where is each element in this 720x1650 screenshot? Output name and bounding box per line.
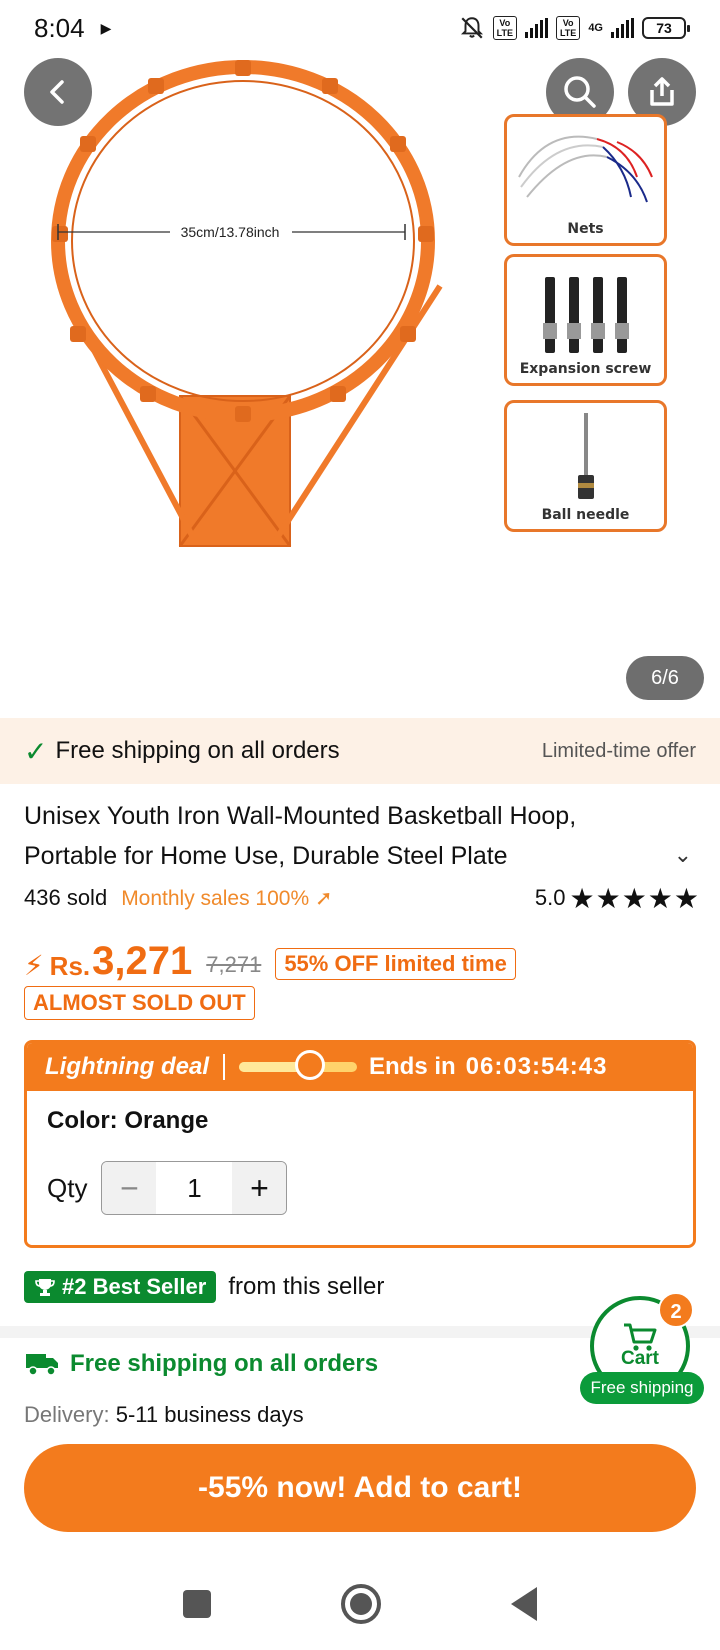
floating-cart-button[interactable]: Cart 2 Free shipping	[580, 1292, 704, 1404]
cart-label: Cart	[620, 1348, 659, 1369]
checkmark-icon: ✓	[24, 735, 48, 767]
lightning-icon: ⚡	[24, 950, 44, 981]
network-type: 4G	[588, 22, 603, 34]
shipping-banner-label: Free shipping on all orders	[55, 737, 340, 764]
sales-row: 436 sold Monthly sales 100% ➚ 5.0 ★★★★★	[24, 880, 700, 916]
rating-value: 5.0	[534, 885, 566, 910]
truck-icon	[26, 1354, 58, 1376]
deal-label: Lightning deal	[45, 1053, 209, 1080]
sold-count: 436 sold	[24, 885, 108, 910]
signal-icon	[524, 18, 548, 38]
delivery-key: Delivery:	[24, 1402, 110, 1427]
monthly-sales: Monthly sales 100% ➚	[121, 886, 333, 910]
discount-badge: 55% OFF limited time	[275, 948, 516, 980]
arrow-up-icon: ➚	[314, 886, 333, 910]
quantity-stepper[interactable]: − 1 +	[101, 1161, 288, 1215]
deal-body: Color: Orange Qty − 1 +	[27, 1091, 693, 1245]
divider	[222, 1054, 225, 1080]
thumbnail-caption: Ball needle	[541, 507, 630, 523]
volte-icon-2: Vo LTE	[555, 16, 581, 40]
measure-label: 35cm/13.78inch	[181, 224, 280, 240]
best-seller-badge: #2 Best Seller	[24, 1271, 217, 1303]
back-button[interactable]	[24, 58, 92, 126]
chevron-left-icon	[50, 80, 64, 104]
countdown-timer: 06:03:54:43	[465, 1053, 608, 1080]
quantity-value[interactable]: 1	[156, 1162, 233, 1214]
back-nav-icon[interactable]	[511, 1587, 537, 1621]
home-icon[interactable]	[341, 1584, 381, 1624]
status-time: 8:04	[34, 12, 85, 43]
system-nav-bar	[0, 1558, 720, 1650]
status-bar: 8:04 ▶ Vo LTE Vo LTE 4G 73	[0, 0, 720, 56]
best-seller-row[interactable]: #2 Best Seller from this seller	[24, 1270, 384, 1304]
deal-header: Lightning deal Ends in 06:03:54:43	[27, 1043, 693, 1091]
volte-icon: Vo LTE	[492, 16, 517, 40]
thumbnail-ball-needle[interactable]: Ball needle	[504, 400, 667, 532]
delivery-info: Delivery: 5-11 business days	[24, 1402, 304, 1428]
search-icon	[564, 76, 596, 108]
thumbnail-expansion-screw[interactable]: Expansion screw	[504, 254, 667, 386]
clock-icon	[294, 1050, 325, 1080]
free-shipping-row[interactable]: Free shipping on all orders	[24, 1350, 378, 1378]
quantity-row: Qty − 1 +	[47, 1161, 673, 1215]
product-image: 35cm/13.78inch	[51, 60, 443, 547]
lightning-deal-box: Lightning deal Ends in 06:03:54:43 Color…	[24, 1040, 696, 1248]
ends-label: Ends in	[368, 1053, 456, 1080]
increase-button[interactable]: +	[232, 1162, 287, 1214]
recents-icon[interactable]	[183, 1590, 211, 1618]
best-seller-text: from this seller	[228, 1273, 385, 1300]
play-store-icon: ▶	[100, 19, 112, 36]
qty-label: Qty	[47, 1172, 88, 1203]
battery-level: 73	[656, 20, 672, 36]
mute-bell-icon	[460, 17, 483, 39]
rating[interactable]: 5.0 ★★★★★	[535, 882, 700, 915]
add-to-cart-button[interactable]: -55% now! Add to cart!	[24, 1444, 696, 1532]
thumbnail-caption: Nets	[567, 221, 604, 237]
original-price: 7,271	[206, 952, 262, 977]
signal-icon-2	[611, 18, 634, 38]
product-title: Unisex Youth Iron Wall-Mounted Basketbal…	[24, 802, 577, 870]
needle-image	[578, 413, 594, 499]
color-selection[interactable]: Color: Orange	[47, 1107, 673, 1135]
share-icon	[650, 77, 674, 106]
current-price: 3,271	[92, 939, 193, 983]
shipping-banner[interactable]: ✓ Free shipping on all orders Limited-ti…	[0, 718, 720, 784]
delivery-value: 5-11 business days	[115, 1402, 304, 1427]
status-icons: Vo LTE Vo LTE 4G 73	[459, 15, 690, 41]
trophy-icon	[35, 1279, 55, 1296]
battery-icon: 73	[642, 17, 690, 39]
thumbnail-caption: Expansion screw	[519, 361, 652, 377]
cart-count-badge: 2	[658, 1292, 694, 1328]
cart-free-shipping: Free shipping	[580, 1372, 704, 1404]
thumbnail-nets[interactable]: Nets	[504, 114, 667, 246]
image-counter: 6/6	[626, 656, 704, 700]
free-shipping-label: Free shipping on all orders	[70, 1350, 379, 1377]
star-rating-icon: ★★★★★	[569, 882, 700, 914]
net-image	[518, 135, 653, 203]
screw-image	[543, 277, 629, 353]
price-row: ⚡ Rs. 3,271 7,271 55% OFF limited time	[24, 928, 516, 982]
chevron-down-icon[interactable]: ⌄	[674, 842, 692, 868]
decrease-button[interactable]: −	[102, 1162, 157, 1214]
currency: Rs.	[49, 951, 91, 981]
limited-offer-label: Limited-time offer	[541, 739, 696, 762]
image-gallery[interactable]: 35cm/13.78inch Nets Expansion screw Ball…	[0, 56, 720, 706]
deal-progress	[238, 1050, 357, 1080]
stock-badge: ALMOST SOLD OUT	[24, 986, 255, 1020]
product-page: 8:04 ▶ Vo LTE Vo LTE 4G 73 35cm/13.78inc…	[0, 0, 720, 1650]
